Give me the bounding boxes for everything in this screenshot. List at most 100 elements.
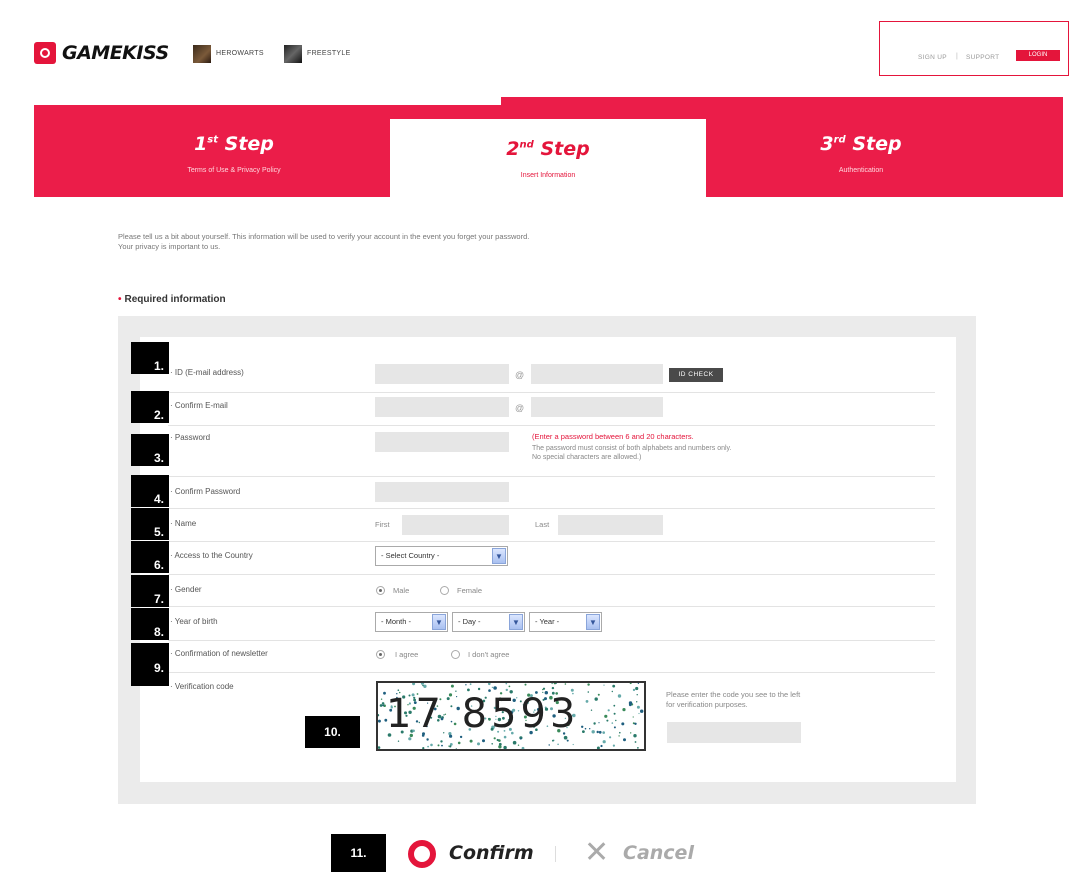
cancel-button[interactable]: ✕ Cancel bbox=[581, 836, 701, 872]
country-label: · Access to the Country bbox=[170, 551, 253, 560]
circle-icon bbox=[408, 840, 436, 868]
captcha-noise-dot bbox=[455, 748, 457, 749]
captcha-noise-dot bbox=[572, 743, 574, 746]
captcha-noise-dot bbox=[450, 684, 454, 688]
captcha-noise-dot bbox=[423, 684, 427, 688]
newsletter-disagree-radio[interactable] bbox=[451, 650, 460, 659]
captcha-noise-dot bbox=[636, 694, 638, 696]
captcha-noise-dot bbox=[604, 714, 608, 718]
birth-label: · Year of birth bbox=[170, 617, 218, 626]
captcha-noise-dot bbox=[632, 688, 636, 692]
first-name-input[interactable] bbox=[402, 515, 509, 535]
captcha-noise-dot bbox=[621, 722, 625, 726]
freestyle-thumbnail[interactable] bbox=[284, 45, 302, 63]
captcha-noise-dot bbox=[469, 739, 473, 743]
chevron-down-icon[interactable] bbox=[586, 614, 600, 630]
birth-day-select[interactable]: - Day - bbox=[452, 612, 525, 632]
captcha-noise-dot bbox=[517, 744, 520, 746]
game-link-herowarts[interactable]: HEROWARTS bbox=[216, 50, 264, 57]
close-icon: ✕ bbox=[584, 836, 610, 869]
password-hint-required: (Enter a password between 6 and 20 chara… bbox=[532, 432, 694, 441]
captcha-noise-dot bbox=[477, 742, 480, 746]
row-divider bbox=[168, 640, 935, 641]
captcha-noise-dot bbox=[426, 738, 429, 741]
captcha-noise-dot bbox=[618, 735, 620, 737]
captcha-noise-dot bbox=[566, 739, 569, 742]
captcha-noise-dot bbox=[600, 744, 603, 748]
captcha-noise-dot bbox=[378, 746, 381, 749]
row-divider bbox=[168, 508, 935, 509]
login-button[interactable]: LOGIN bbox=[1016, 50, 1060, 61]
row-divider bbox=[168, 476, 935, 477]
name-label: · Name bbox=[170, 519, 197, 528]
confirm-password-input[interactable] bbox=[375, 482, 509, 502]
birth-year-select[interactable]: - Year - bbox=[529, 612, 602, 632]
country-select[interactable]: - Select Country - bbox=[375, 546, 508, 566]
captcha-noise-dot bbox=[613, 726, 616, 729]
captcha-noise-dot bbox=[457, 741, 461, 745]
captcha-noise-dot bbox=[584, 727, 587, 730]
captcha-noise-dot bbox=[629, 683, 632, 685]
verification-label: · Verification code bbox=[170, 682, 234, 691]
row-divider bbox=[168, 574, 935, 575]
captcha-noise-dot bbox=[503, 745, 507, 749]
gender-male-radio[interactable] bbox=[376, 586, 385, 595]
confirm-email-domain-input[interactable] bbox=[531, 397, 663, 417]
support-link[interactable]: SUPPORT bbox=[966, 54, 999, 61]
gamekiss-logo-text[interactable]: GAMEKISS bbox=[62, 42, 169, 64]
captcha-noise-dot bbox=[591, 730, 595, 734]
captcha-noise-dot bbox=[634, 722, 637, 725]
captcha-noise-dot bbox=[602, 731, 605, 734]
captcha-noise-dot bbox=[551, 686, 555, 690]
confirm-email-local-input[interactable] bbox=[375, 397, 509, 417]
captcha-noise-dot bbox=[612, 744, 615, 747]
captcha-noise-dot bbox=[582, 730, 585, 733]
captcha-noise-dot bbox=[548, 744, 550, 746]
last-name-input[interactable] bbox=[558, 515, 663, 535]
captcha-noise-dot bbox=[465, 684, 467, 686]
password-input[interactable] bbox=[375, 432, 509, 452]
captcha-noise-dot bbox=[606, 719, 609, 722]
id-check-button[interactable]: ID CHECK bbox=[669, 368, 723, 382]
captcha-noise-dot bbox=[593, 722, 596, 725]
gender-female-radio[interactable] bbox=[440, 586, 449, 595]
captcha-noise-dot bbox=[611, 690, 613, 693]
captcha-noise-dot bbox=[519, 737, 522, 740]
row-divider bbox=[168, 541, 935, 542]
captcha-noise-dot bbox=[381, 702, 385, 705]
game-link-freestyle[interactable]: FREESTYLE bbox=[307, 50, 351, 57]
annotation-5: 5. bbox=[131, 508, 169, 540]
first-name-label: First bbox=[375, 520, 390, 529]
gamekiss-logo-icon[interactable] bbox=[34, 42, 56, 64]
captcha-noise-dot bbox=[617, 694, 622, 698]
chevron-down-icon[interactable] bbox=[432, 614, 446, 630]
captcha-noise-dot bbox=[634, 741, 637, 743]
captcha-noise-dot bbox=[488, 683, 491, 686]
email-local-input[interactable] bbox=[375, 364, 509, 384]
captcha-noise-dot bbox=[437, 744, 440, 747]
captcha-noise-dot bbox=[615, 719, 617, 722]
confirm-button[interactable]: Confirm bbox=[405, 836, 535, 872]
captcha-noise-dot bbox=[587, 691, 590, 693]
captcha-noise-dot bbox=[422, 684, 424, 687]
chevron-down-icon[interactable] bbox=[509, 614, 523, 630]
captcha-noise-dot bbox=[493, 737, 496, 740]
captcha-noise-dot bbox=[382, 704, 384, 707]
step-2-title: 2nd Step bbox=[506, 138, 590, 160]
email-domain-input[interactable] bbox=[531, 364, 663, 384]
signup-link[interactable]: SIGN UP bbox=[918, 54, 947, 61]
captcha-noise-dot bbox=[602, 740, 606, 744]
gender-female-label: Female bbox=[457, 586, 483, 595]
id-label: · ID (E-mail address) bbox=[170, 368, 244, 377]
chevron-down-icon[interactable] bbox=[492, 548, 506, 564]
captcha-noise-dot bbox=[496, 738, 499, 742]
row-divider bbox=[168, 425, 935, 426]
annotation-9: 9. bbox=[131, 643, 169, 686]
captcha-input[interactable] bbox=[667, 722, 801, 743]
newsletter-agree-radio[interactable] bbox=[376, 650, 385, 659]
captcha-noise-dot bbox=[512, 740, 517, 745]
herowarts-thumbnail[interactable] bbox=[193, 45, 211, 63]
captcha-noise-dot bbox=[632, 716, 634, 718]
captcha-noise-dot bbox=[508, 685, 511, 688]
birth-month-select[interactable]: - Month - bbox=[375, 612, 448, 632]
